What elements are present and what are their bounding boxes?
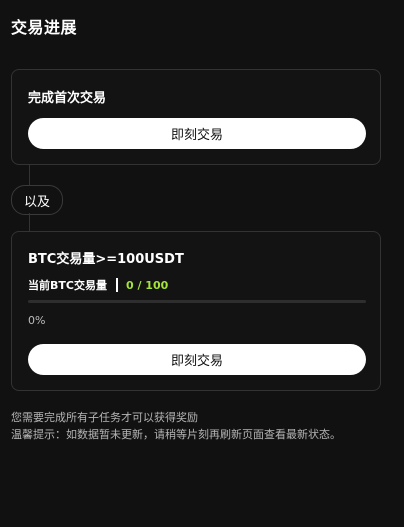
task-title: 完成首次交易 <box>28 91 107 106</box>
reward-note: 您需要完成所有子任务才可以获得奖励 <box>11 411 198 424</box>
progress-row: 当前BTC交易量 0 / 100 <box>28 277 168 293</box>
progress-label: 当前BTC交易量 <box>28 279 107 292</box>
task-card-btc-volume: BTC交易量>=100USDT 当前BTC交易量 0 / 100 0% 即刻交易 <box>11 231 381 391</box>
progress-percent: 0% <box>28 314 46 327</box>
connector-line <box>29 213 30 231</box>
connector-line <box>29 165 30 185</box>
page-title: 交易进展 <box>11 18 78 37</box>
task-card-first-trade: 完成首次交易 即刻交易 <box>11 69 381 165</box>
progress-value: 0 / 100 <box>125 278 169 292</box>
and-connector-pill: 以及 <box>11 185 64 215</box>
trade-now-button[interactable]: 即刻交易 <box>28 344 366 375</box>
tip-note: 温馨提示：如数据暂未更新，请稍等片刻再刷新页面查看最新状态。 <box>11 428 341 441</box>
task-title: BTC交易量>=100USDT <box>28 252 184 267</box>
divider <box>115 278 118 292</box>
trade-now-button[interactable]: 即刻交易 <box>28 118 366 149</box>
progress-bar <box>28 300 366 303</box>
